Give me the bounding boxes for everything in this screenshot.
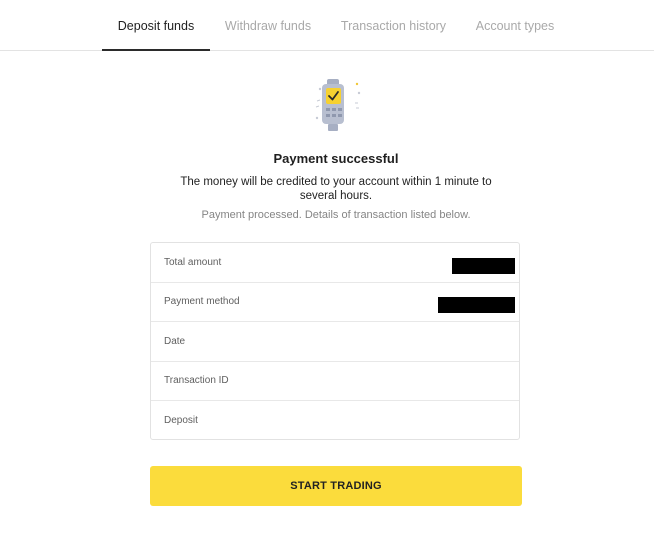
- redacted-total-amount-value: [452, 258, 515, 274]
- tab-deposit-funds[interactable]: Deposit funds: [102, 0, 210, 51]
- detail-label-date: Date: [164, 336, 186, 347]
- tab-account-types[interactable]: Account types: [470, 0, 560, 50]
- detail-label-transaction-id: Transaction ID: [164, 375, 229, 386]
- transaction-details-table: Total amount Payment method Date Transac…: [150, 242, 520, 440]
- tab-withdraw-funds[interactable]: Withdraw funds: [220, 0, 316, 50]
- tab-bar: Deposit funds Withdraw funds Transaction…: [0, 0, 654, 51]
- tab-transaction-history[interactable]: Transaction history: [335, 0, 452, 50]
- detail-row-total-amount: Total amount: [151, 243, 519, 283]
- detail-row-payment-method: Payment method: [151, 282, 519, 322]
- detail-row-transaction-id: Transaction ID: [151, 361, 519, 401]
- start-trading-button[interactable]: START TRADING: [150, 466, 522, 506]
- payment-terminal-check-icon: [315, 79, 361, 131]
- detail-label-deposit: Deposit: [164, 415, 198, 426]
- redacted-payment-method-value: [438, 297, 515, 313]
- payment-processed-note: Payment processed. Details of transactio…: [201, 209, 471, 221]
- payment-status-title: Payment successful: [273, 151, 399, 166]
- payment-status-message: The money will be credited to your accou…: [180, 176, 492, 202]
- detail-row-deposit: Deposit: [151, 401, 519, 440]
- detail-label-total-amount: Total amount: [164, 257, 222, 268]
- detail-label-payment-method: Payment method: [164, 296, 240, 307]
- detail-row-date: Date: [151, 322, 519, 362]
